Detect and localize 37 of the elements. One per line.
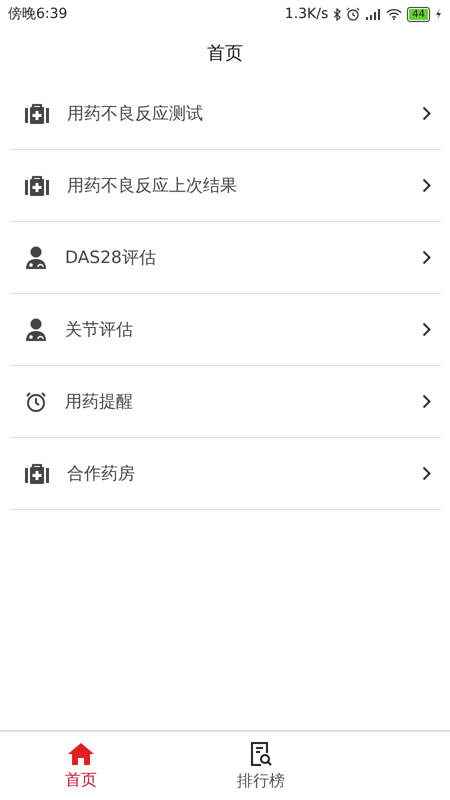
status-time: 傍晚6:39 — [8, 5, 68, 23]
chevron-right-icon — [422, 394, 431, 409]
alarm-clock-icon — [25, 390, 47, 412]
menu-item-label: 用药不良反应测试 — [67, 103, 204, 125]
menu-item-label: DAS28评估 — [65, 247, 157, 269]
tab[interactable]: 排行榜 — [186, 732, 336, 800]
menu-item[interactable]: 用药提醒 — [9, 366, 441, 438]
tab[interactable]: 首页 — [6, 732, 156, 800]
signal-icon — [365, 8, 382, 20]
chevron-right-icon — [422, 250, 431, 265]
menu-item[interactable]: DAS28评估 — [9, 222, 441, 294]
medical-kit-icon — [25, 174, 49, 196]
menu-item[interactable]: 用药不良反应测试 — [9, 78, 441, 150]
charging-icon — [435, 8, 442, 20]
menu-item[interactable]: 合作药房 — [9, 438, 441, 510]
chevron-right-icon — [422, 178, 431, 193]
menu-item-label: 用药提醒 — [65, 391, 134, 413]
medical-kit-icon — [25, 102, 49, 124]
doctor-icon — [25, 246, 47, 270]
menu-item[interactable]: 用药不良反应上次结果 — [9, 150, 441, 222]
chevron-right-icon — [422, 106, 431, 121]
network-speed: 1.3K/s — [284, 6, 328, 22]
bluetooth-icon — [333, 8, 342, 20]
home-icon — [67, 742, 95, 766]
wifi-icon — [386, 8, 402, 20]
menu-item-label: 合作药房 — [67, 463, 136, 485]
page-title: 首页 — [207, 42, 243, 65]
medical-kit-icon — [25, 462, 49, 484]
chevron-right-icon — [422, 466, 431, 481]
doctor-icon — [25, 318, 47, 342]
document-search-icon — [250, 740, 272, 766]
battery-level: 44 — [409, 8, 428, 20]
menu-item-label: 用药不良反应上次结果 — [67, 175, 238, 197]
alarm-icon — [346, 7, 360, 21]
menu-item[interactable]: 关节评估 — [9, 294, 441, 366]
chevron-right-icon — [422, 322, 431, 337]
menu-item-label: 关节评估 — [65, 319, 134, 341]
